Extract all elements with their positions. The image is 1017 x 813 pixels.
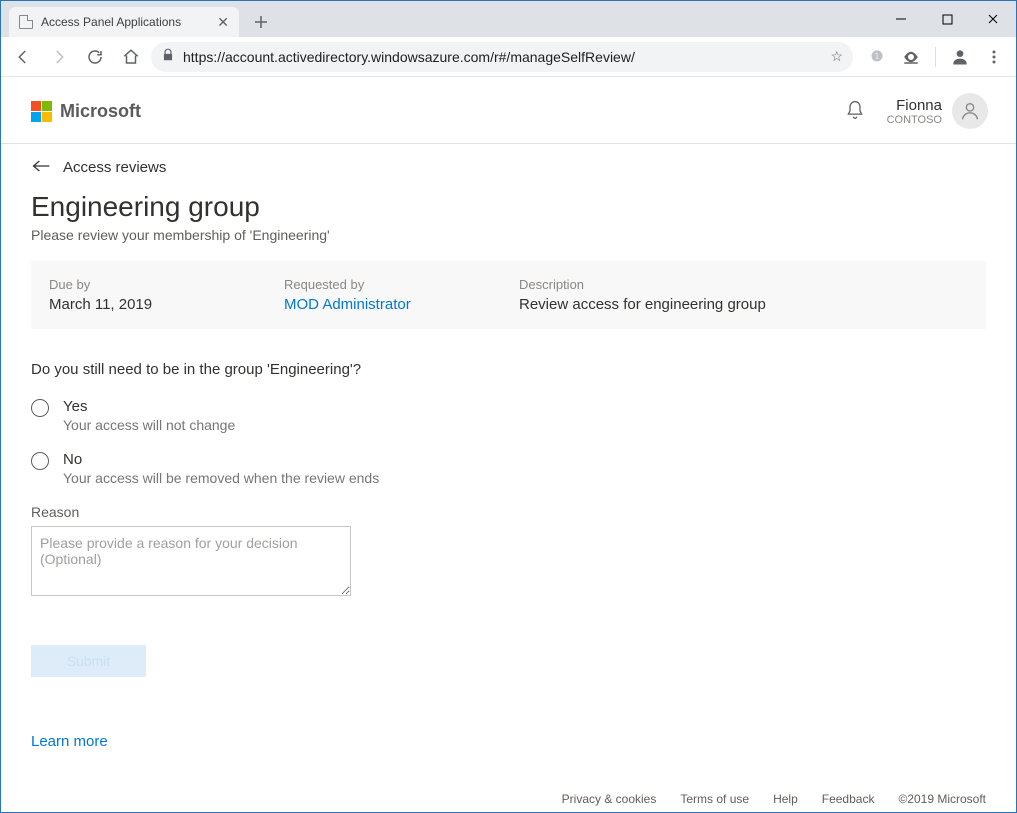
- nav-home-button[interactable]: [115, 41, 147, 73]
- page-header: Microsoft Fionna CONTOSO: [1, 77, 1016, 144]
- footer-copyright: ©2019 Microsoft: [898, 792, 986, 806]
- page-title: Engineering group: [31, 191, 986, 223]
- avatar-icon: [952, 93, 988, 129]
- brand-text: Microsoft: [60, 101, 141, 122]
- radio-icon[interactable]: [31, 452, 49, 470]
- reason-label: Reason: [31, 504, 986, 520]
- extension-icon[interactable]: ❶: [861, 41, 893, 73]
- review-question: Do you still need to be in the group 'En…: [31, 361, 986, 378]
- star-icon[interactable]: ☆: [830, 48, 843, 65]
- nav-reload-button[interactable]: [79, 41, 111, 73]
- review-info-box: Due by March 11, 2019 Requested by MOD A…: [31, 261, 986, 329]
- page-subtitle: Please review your membership of 'Engine…: [31, 227, 986, 243]
- new-tab-button[interactable]: [247, 8, 275, 36]
- breadcrumb-label: Access reviews: [63, 159, 166, 176]
- browser-toolbar: https://account.activedirectory.windowsa…: [1, 37, 1016, 77]
- tab-close-icon[interactable]: ✕: [217, 15, 229, 29]
- option-desc: Your access will be removed when the rev…: [63, 470, 379, 486]
- window-maximize-button[interactable]: [924, 1, 970, 37]
- user-menu[interactable]: Fionna CONTOSO: [887, 93, 988, 129]
- description-label: Description: [519, 277, 968, 292]
- due-by-value: March 11, 2019: [49, 296, 284, 313]
- submit-button[interactable]: Submit: [31, 645, 146, 677]
- titlebar: Access Panel Applications ✕: [1, 1, 1016, 37]
- options-group: Yes Your access will not change No Your …: [31, 398, 986, 486]
- description-value: Review access for engineering group: [519, 296, 968, 313]
- tab-favicon-icon: [19, 15, 33, 29]
- back-arrow-icon[interactable]: [31, 158, 51, 177]
- footer-link-feedback[interactable]: Feedback: [822, 792, 875, 806]
- due-by-label: Due by: [49, 277, 284, 292]
- microsoft-logo[interactable]: Microsoft: [31, 101, 141, 122]
- learn-more-link[interactable]: Learn more: [31, 733, 108, 750]
- toolbar-right: ❶: [857, 41, 1010, 73]
- lock-icon: [161, 48, 175, 65]
- option-label: No: [63, 451, 379, 468]
- footer-link-terms[interactable]: Terms of use: [680, 792, 749, 806]
- requested-by-label: Requested by: [284, 277, 519, 292]
- browser-window: Access Panel Applications ✕ h: [0, 0, 1017, 813]
- page-content: Microsoft Fionna CONTOSO: [1, 77, 1016, 812]
- window-minimize-button[interactable]: [878, 1, 924, 37]
- viewport: Microsoft Fionna CONTOSO: [1, 77, 1016, 812]
- notifications-icon[interactable]: [845, 99, 865, 124]
- breadcrumb[interactable]: Access reviews: [1, 144, 1016, 187]
- window-close-button[interactable]: [970, 1, 1016, 37]
- window-controls: [878, 1, 1016, 37]
- option-no[interactable]: No Your access will be removed when the …: [31, 451, 986, 486]
- requested-by-value[interactable]: MOD Administrator: [284, 296, 519, 313]
- option-yes[interactable]: Yes Your access will not change: [31, 398, 986, 433]
- radio-icon[interactable]: [31, 399, 49, 417]
- cast-icon[interactable]: [895, 41, 927, 73]
- toolbar-separator: [935, 47, 936, 67]
- browser-menu-button[interactable]: [978, 41, 1010, 73]
- user-org: CONTOSO: [887, 114, 942, 126]
- nav-back-button[interactable]: [7, 41, 39, 73]
- option-label: Yes: [63, 398, 235, 415]
- nav-forward-button[interactable]: [43, 41, 75, 73]
- tab-title: Access Panel Applications: [41, 15, 209, 29]
- footer-link-privacy[interactable]: Privacy & cookies: [562, 792, 657, 806]
- address-bar[interactable]: https://account.activedirectory.windowsa…: [151, 42, 853, 72]
- page-footer: Privacy & cookies Terms of use Help Feed…: [562, 792, 986, 806]
- browser-tab[interactable]: Access Panel Applications ✕: [9, 7, 239, 37]
- user-name: Fionna: [887, 97, 942, 114]
- footer-link-help[interactable]: Help: [773, 792, 798, 806]
- option-desc: Your access will not change: [63, 417, 235, 433]
- profile-icon[interactable]: [944, 41, 976, 73]
- microsoft-logo-icon: [31, 101, 52, 122]
- reason-input[interactable]: [31, 526, 351, 596]
- url-text: https://account.activedirectory.windowsa…: [183, 49, 822, 65]
